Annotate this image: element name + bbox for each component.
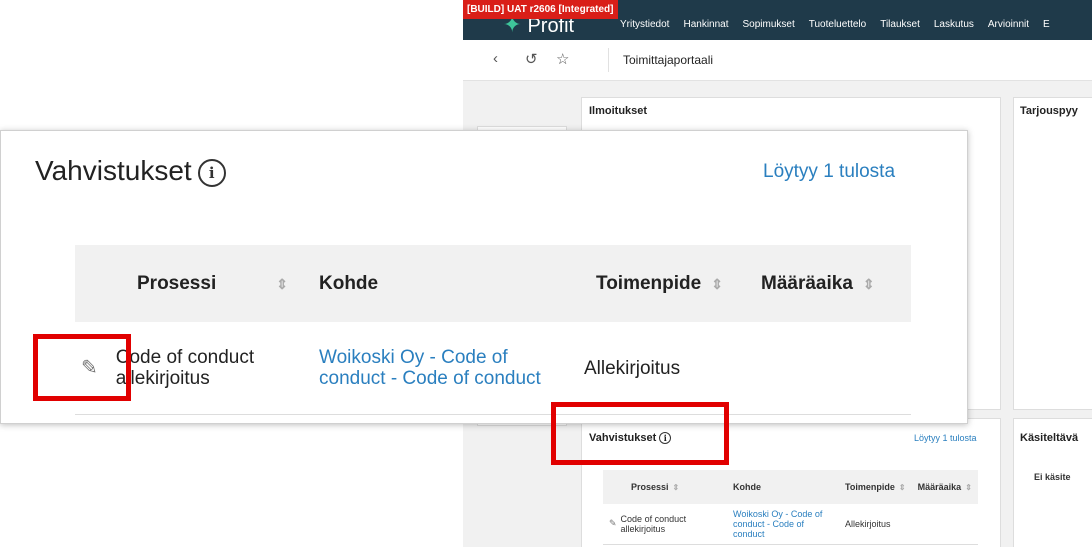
top-navigation: ✦ Profit [BUILD] UAT r2606 [Integrated] Y… — [463, 0, 1092, 40]
toolbar-divider — [608, 48, 609, 72]
kohde-link[interactable]: Woikoski Oy - Code of conduct - Code of … — [733, 509, 822, 539]
favorite-star-icon[interactable]: ☆ — [556, 50, 569, 68]
sub-toolbar: ‹ ↺ ☆ Toimittajaportaali — [463, 40, 1092, 81]
toimenpide-cell: Allekirjoitus — [839, 504, 912, 545]
build-badge: [BUILD] UAT r2606 [Integrated] — [463, 0, 618, 19]
col-prosessi[interactable]: Prosessi ⇕ — [603, 470, 727, 504]
kohde-link[interactable]: Woikoski Oy - Code of conduct - Code of … — [319, 347, 541, 389]
vahvistukset-zoom-panel: Vahvistukset i Löytyy 1 tulosta Prosessi ⇕… — [0, 130, 968, 424]
kasiteltavat-card: Käsiteltävä Ei käsite — [1013, 418, 1092, 547]
ilmoitukset-title: Ilmoitukset — [589, 105, 648, 117]
kasiteltavat-title: Käsiteltävä — [1020, 432, 1079, 444]
vahvistukset-table-small: Prosessi ⇕ Kohde Toimenpide ⇕ Määräaika ⇕ ✎… — [603, 470, 978, 545]
col-kohde[interactable]: Kohde — [727, 470, 839, 504]
kasiteltavat-empty-text: Ei käsite — [1034, 472, 1071, 482]
info-icon[interactable]: i — [197, 158, 226, 187]
sort-icon[interactable]: ⇕ — [899, 483, 906, 492]
sort-icon[interactable]: ⇕ — [965, 483, 972, 492]
maaraaika-cell — [911, 504, 978, 545]
toimenpide-cell: Allekirjoitus — [576, 322, 751, 415]
vahvistukset-table: Prosessi ⇕ Kohde Toimenpide ⇕ Määräaika ⇕ ✎… — [75, 245, 911, 415]
col-kohde[interactable]: Kohde — [313, 245, 576, 322]
nav-laskutus[interactable]: Laskutus — [934, 19, 974, 30]
prosessi-cell: ✎ Code of conduct allekirjoitus — [603, 504, 727, 545]
kohde-cell: Woikoski Oy - Code of conduct - Code of … — [313, 322, 576, 415]
kohde-cell: Woikoski Oy - Code of conduct - Code of … — [727, 504, 839, 545]
col-toimenpide[interactable]: Toimenpide ⇕ — [576, 245, 751, 322]
sort-icon[interactable]: ⇕ — [711, 276, 723, 292]
sort-icon[interactable]: ⇕ — [673, 483, 680, 492]
table-row: ✎ Code of conduct allekirjoitus Woikoski … — [75, 322, 911, 415]
highlight-edit-icon — [33, 334, 131, 401]
edit-pencil-icon[interactable]: ✎ — [609, 518, 617, 528]
history-icon[interactable]: ↺ — [525, 50, 538, 68]
nav-arvioinnit[interactable]: Arvioinnit — [988, 19, 1029, 30]
nav-tuoteluettelo[interactable]: Tuoteluettelo — [809, 19, 866, 30]
nav-hankinnat[interactable]: Hankinnat — [683, 19, 728, 30]
back-chevron-icon[interactable]: ‹ — [493, 50, 498, 67]
nav-yritystiedot[interactable]: Yritystiedot — [620, 19, 669, 30]
result-count: Löytyy 1 tulosta — [763, 161, 896, 182]
col-maaraaika[interactable]: Määräaika ⇕ — [911, 470, 978, 504]
nav-menu: Yritystiedot Hankinnat Sopimukset Tuoteluet… — [620, 14, 1064, 32]
maaraaika-cell — [751, 322, 911, 415]
sort-icon[interactable]: ⇕ — [863, 276, 875, 292]
vahvistukset-title: Vahvistukset i — [35, 155, 226, 187]
sort-icon[interactable]: ⇕ — [276, 276, 288, 292]
col-maaraaika[interactable]: Määräaika ⇕ — [751, 245, 911, 322]
table-row: ✎ Code of conduct allekirjoitus Woikoski … — [603, 504, 978, 545]
highlight-vahvistukset-title — [551, 402, 729, 465]
tarjouspyynnot-card: Tarjouspyy — [1013, 97, 1092, 410]
result-count-small: Löytyy 1 tulosta — [914, 433, 977, 443]
col-toimenpide[interactable]: Toimenpide ⇕ — [839, 470, 912, 504]
nav-sopimukset[interactable]: Sopimukset — [743, 19, 795, 30]
nav-more[interactable]: E — [1043, 19, 1050, 30]
col-prosessi[interactable]: Prosessi ⇕ — [75, 245, 313, 322]
tarjouspyynnot-title: Tarjouspyy — [1020, 105, 1078, 117]
nav-tilaukset[interactable]: Tilaukset — [880, 19, 920, 30]
page-title: Toimittajaportaali — [623, 53, 714, 67]
